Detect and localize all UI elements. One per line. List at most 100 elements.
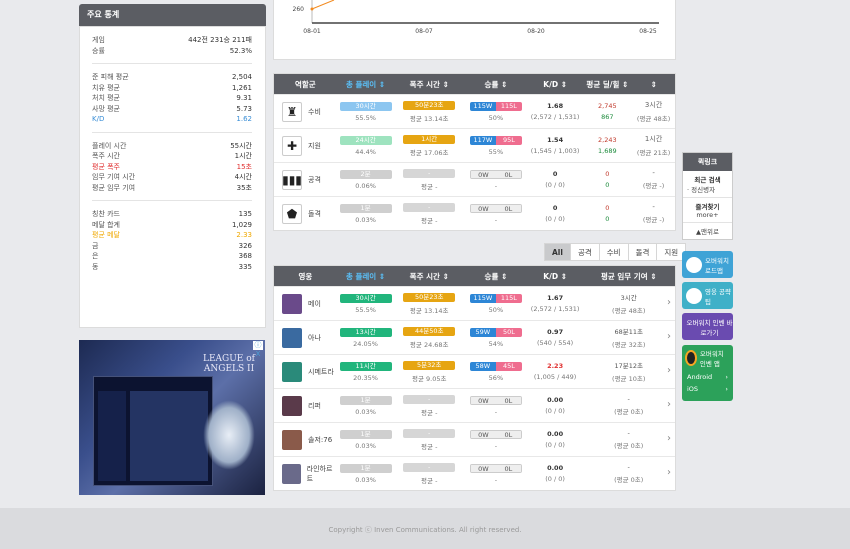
inven-shortcut-button[interactable]: 오버워치 인벤 바로가기 bbox=[682, 313, 733, 340]
winrate: - bbox=[494, 181, 498, 190]
objective-time: - bbox=[627, 429, 630, 437]
stat-label: 치유 평균 bbox=[92, 83, 120, 92]
stat-value: 1.62 bbox=[236, 115, 252, 123]
favorites-title: 즐겨찾기 bbox=[695, 203, 720, 211]
col-frenzy-time[interactable]: 폭주 시간 ⇕ bbox=[394, 271, 464, 282]
scroll-top-button[interactable]: ▲맨위로 bbox=[683, 223, 732, 239]
avg-damage: 2,745 bbox=[598, 102, 617, 110]
hero-row[interactable]: 아나 13시간 24.05% 44분50초 평균 24.68초 59W 50L 54% 0.97… bbox=[274, 320, 675, 354]
hero-row[interactable]: 리퍼 1분 0.03% - 평균 - 0W 0L - 0.00 (0 / 0) - (평균 0초) › bbox=[274, 388, 675, 422]
role-row[interactable]: ▮▮▮ 공격 2분 0.06% - 평균 -0W 0L -0 (0 / 0) 0 0- (평균 -) bbox=[274, 162, 675, 196]
wins: 0W bbox=[470, 204, 496, 212]
col-frenzy-time[interactable]: 폭주 시간 ⇕ bbox=[394, 79, 464, 90]
winrate: 56% bbox=[488, 373, 504, 382]
role-row[interactable]: ⬟ 돌격 1분 0.03% - 평균 -0W 0L -0 (0 / 0) 0 0- (평균 -) bbox=[274, 196, 675, 230]
losses: 0L bbox=[495, 204, 521, 212]
stats-group: 칭찬 카드 135 메달 합계 1,029 평균 메달 2.33 금 326 은 368 동 335 bbox=[92, 209, 252, 279]
name-cell: 아나 bbox=[274, 327, 337, 348]
inven-app-panel: 오버워치 인벤 앱 Android › iOS › bbox=[682, 345, 733, 401]
col-total-play[interactable]: 총 플레이 ⇕ bbox=[337, 79, 395, 90]
objective-avg: (평균 48초) bbox=[636, 115, 671, 123]
total-play-cell: 1분 0.03% bbox=[337, 463, 395, 484]
chevron-right-icon: › bbox=[725, 373, 728, 381]
col-kd[interactable]: K/D ⇕ bbox=[528, 80, 583, 89]
winrate-cell: 115W 115L 50% bbox=[464, 101, 528, 122]
total-play-cell: 30시간 55.5% bbox=[337, 293, 395, 314]
hero-tips-button[interactable]: 영웅 공략팁 bbox=[682, 282, 733, 309]
hero-row[interactable]: 메이 30시간 55.5% 50분23초 평균 13.14초 115W 115L 50% 1.6… bbox=[274, 286, 675, 320]
kd-ratio: 1.68 bbox=[547, 102, 564, 110]
stat-row: 칭찬 카드 135 bbox=[92, 209, 252, 220]
stat-label: 메달 합계 bbox=[92, 220, 120, 229]
book-icon bbox=[686, 287, 702, 304]
filter-tab[interactable]: All bbox=[544, 243, 571, 261]
favorites-more-link[interactable]: more+ bbox=[696, 211, 718, 219]
frenzy-cell: - 평균 - bbox=[394, 462, 464, 485]
android-link[interactable]: Android › bbox=[682, 371, 733, 383]
stat-value: 15초 bbox=[236, 162, 252, 171]
chevron-right-icon[interactable]: › bbox=[667, 297, 671, 308]
objective-cell: - (평균 -) bbox=[632, 169, 675, 190]
chevron-right-icon[interactable]: › bbox=[667, 467, 671, 478]
role-name: 수비 bbox=[308, 107, 321, 116]
col-hero[interactable]: 영웅 bbox=[274, 271, 337, 282]
total-play-cell: 24시간 44.4% bbox=[337, 135, 395, 156]
filter-tab[interactable]: 공격 bbox=[569, 243, 600, 261]
play-pct: 0.03% bbox=[355, 407, 376, 416]
objective-cell: - (평균 -) bbox=[632, 203, 675, 224]
col-total-play[interactable]: 총 플레이 ⇕ bbox=[337, 271, 395, 282]
x-tick-label: 08-01 bbox=[303, 28, 321, 35]
stat-row: 사망 평균 5.73 bbox=[92, 104, 252, 115]
ios-link[interactable]: iOS › bbox=[682, 383, 733, 395]
avg-heal: 0 bbox=[605, 215, 610, 223]
col-role[interactable]: 역할군 bbox=[274, 79, 337, 90]
trend-chart-svg: 260 08-01 08-07 08-20 08-25 bbox=[293, 0, 659, 35]
play-time-bar: 11시간 bbox=[339, 361, 392, 371]
stat-row: 치유 평균 1,261 bbox=[92, 83, 252, 94]
hero-portrait-icon bbox=[282, 327, 302, 348]
hero-row[interactable]: 시메트라 11시간 20.35% 5분32초 평균 9.05초 58W 45L 56% 2.23… bbox=[274, 354, 675, 388]
roadmap-button[interactable]: 오버워치 로드맵 bbox=[682, 251, 733, 278]
role-row[interactable]: ♜ 수비 30시간 55.5% 50분23초 평균 13.14초 115W 115L 50% 1.… bbox=[274, 94, 675, 128]
advertisement-banner[interactable]: LEAGUE of ANGELS II ⓘ X bbox=[79, 340, 265, 495]
hero-portrait-icon bbox=[282, 293, 302, 314]
frenzy-avg: 평균 - bbox=[421, 476, 438, 485]
col-winrate[interactable]: 승률 ⇕ bbox=[464, 79, 528, 90]
stat-row: 금 326 bbox=[92, 241, 252, 252]
hero-row[interactable]: 라인하르트 1분 0.03% - 평균 - 0W 0L - 0.00 (0 / 0) - (평균 0초… bbox=[274, 456, 675, 490]
losses: 0L bbox=[495, 396, 521, 404]
col-winrate[interactable]: 승률 ⇕ bbox=[464, 271, 528, 282]
inven-shortcut-label: 오버워치 인벤 바로가기 bbox=[686, 318, 733, 337]
inven-app-button[interactable]: 오버워치 인벤 앱 bbox=[682, 345, 733, 371]
recent-search-item[interactable]: · 정신병자 bbox=[683, 184, 732, 194]
stat-value: 4시간 bbox=[234, 173, 252, 181]
hero-row[interactable]: 솔저:76 1분 0.03% - 평균 - 0W 0L - 0.00 (0 / 0) - (평균 0초… bbox=[274, 422, 675, 456]
chevron-right-icon[interactable]: › bbox=[667, 331, 671, 342]
kd-cell: 0 (0 / 0) bbox=[528, 204, 583, 223]
objective-time: - bbox=[627, 395, 630, 403]
frenzy-avg: 평균 24.68초 bbox=[409, 340, 449, 349]
trend-chart: 260 08-01 08-07 08-20 08-25 bbox=[273, 0, 676, 60]
col-kd[interactable]: K/D ⇕ bbox=[528, 272, 583, 281]
chevron-right-icon[interactable]: › bbox=[667, 433, 671, 444]
col-sort[interactable]: ⇕ bbox=[632, 80, 675, 89]
stat-label: K/D bbox=[92, 115, 105, 123]
losses: 95L bbox=[495, 135, 522, 145]
chevron-right-icon[interactable]: › bbox=[667, 399, 671, 410]
ios-label: iOS bbox=[687, 385, 699, 393]
role-row[interactable]: ✚ 지원 24시간 44.4% 1시간 평균 17.06초 117W 95L 55% 1.54 (1… bbox=[274, 128, 675, 162]
hero-name: 라인하르트 bbox=[306, 464, 333, 483]
ad-close-icon[interactable]: ⓘ X bbox=[253, 341, 263, 358]
frenzy-cell: 1시간 평균 17.06초 bbox=[394, 134, 464, 157]
chevron-right-icon[interactable]: › bbox=[667, 365, 671, 376]
wins: 58W bbox=[469, 361, 496, 371]
kd-ratio: 0 bbox=[552, 204, 558, 212]
losses: 0L bbox=[495, 464, 521, 472]
col-avg-objective[interactable]: 평균 임무 기여 ⇕ bbox=[582, 271, 675, 282]
filter-tab[interactable]: 돌격 bbox=[627, 243, 658, 261]
wins: 115W bbox=[469, 101, 496, 111]
col-avg-dmg-heal[interactable]: 평균 딜/힐 ⇕ bbox=[582, 79, 632, 90]
name-cell: 솔저:76 bbox=[274, 429, 337, 450]
frenzy-bar: - bbox=[403, 428, 456, 438]
filter-tab[interactable]: 수비 bbox=[598, 243, 629, 261]
